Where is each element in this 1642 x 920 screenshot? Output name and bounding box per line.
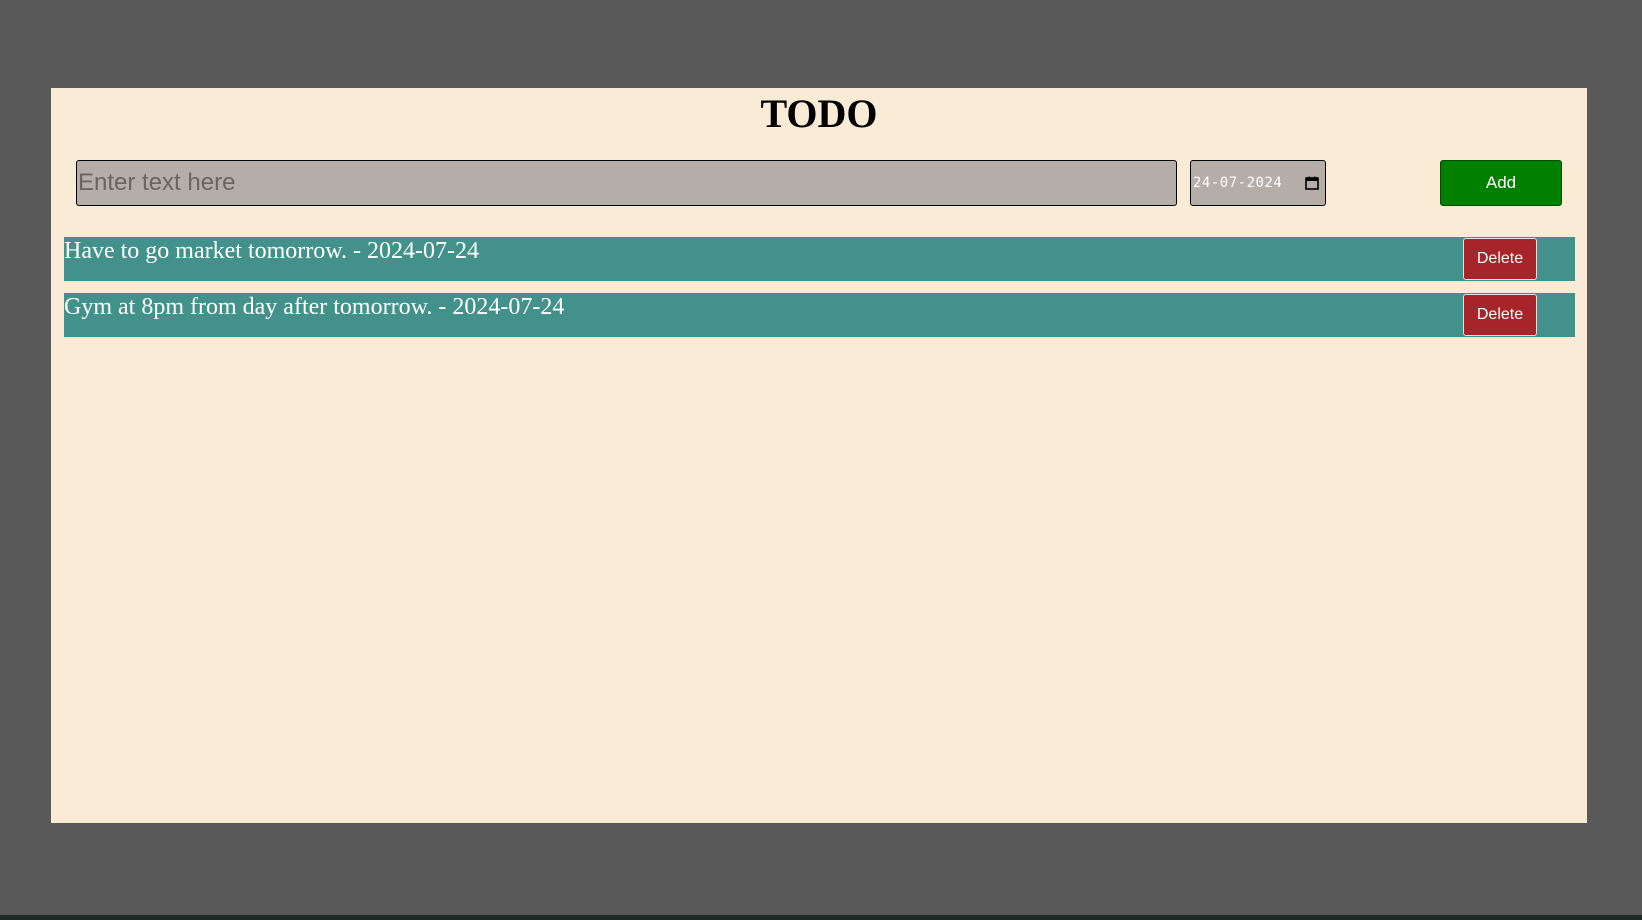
todo-text-input[interactable] [76, 160, 1177, 206]
todo-text: Gym at 8pm from day after tomorrow. - 20… [64, 294, 565, 320]
todo-text: Have to go market tomorrow. - 2024-07-24 [64, 238, 480, 264]
todo-item: Have to go market tomorrow. - 2024-07-24… [64, 237, 1575, 281]
date-value: 24-07-2024 [1193, 175, 1283, 191]
delete-button[interactable]: Delete [1463, 238, 1537, 280]
todo-list: Have to go market tomorrow. - 2024-07-24… [64, 237, 1575, 349]
delete-button[interactable]: Delete [1463, 294, 1537, 336]
add-button[interactable]: Add [1440, 160, 1562, 206]
todo-app: TODO 24-07-2024 Add Have to go market to… [51, 88, 1587, 823]
page-title: TODO [760, 91, 878, 136]
todo-item: Gym at 8pm from day after tomorrow. - 20… [64, 293, 1575, 337]
todo-date-input[interactable]: 24-07-2024 [1190, 160, 1326, 206]
calendar-icon[interactable] [1305, 176, 1319, 190]
screen-bottom-edge [0, 915, 1642, 920]
